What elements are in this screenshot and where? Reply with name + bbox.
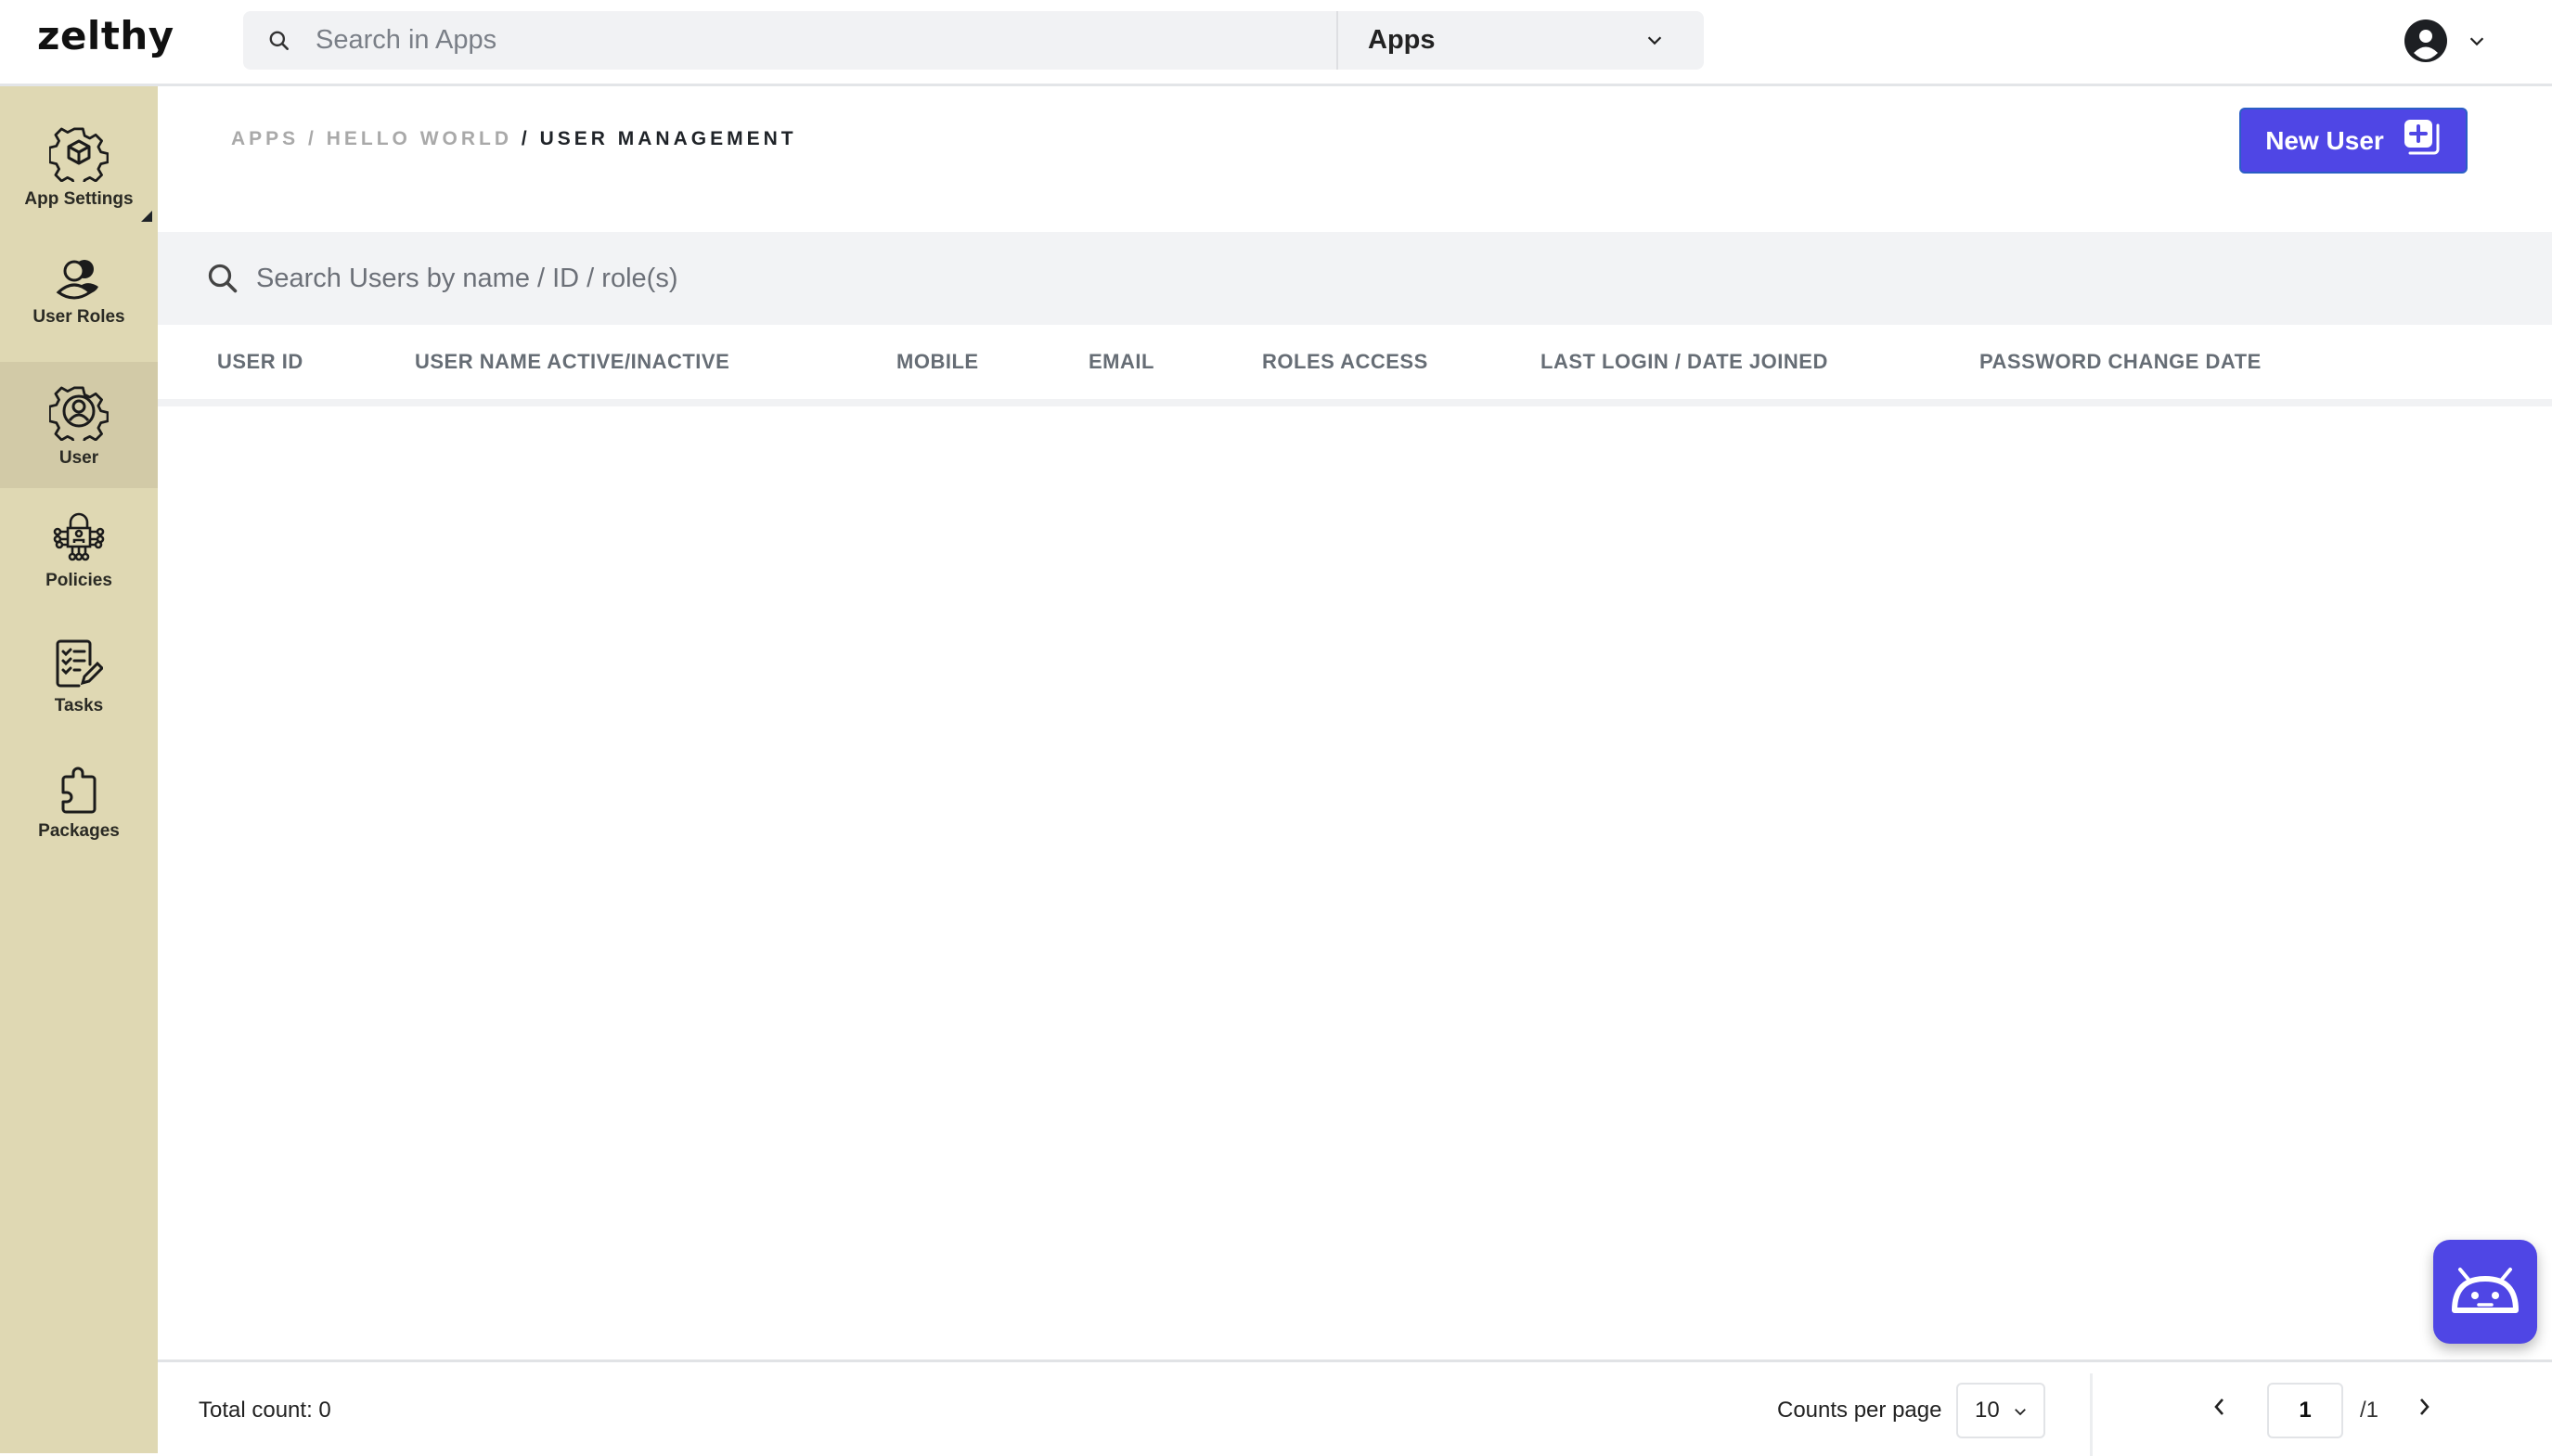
assistant-bot-button[interactable] (2433, 1240, 2537, 1344)
search-icon (267, 29, 304, 53)
breadcrumb-item-current: USER MANAGEMENT (539, 128, 797, 149)
chevron-down-icon (2467, 31, 2487, 56)
logo[interactable]: zelthy (37, 13, 174, 58)
gear-user-icon (49, 381, 109, 441)
top-bar: zelthy Apps (0, 0, 2552, 86)
sidebar-item-tasks[interactable]: Tasks (0, 614, 158, 741)
sidebar-item-policies[interactable]: Policies (0, 488, 158, 614)
chevron-down-icon (2012, 1403, 2029, 1424)
column-header-last-login[interactable]: LAST LOGIN / DATE JOINED (1540, 350, 1828, 374)
sidebar-item-user-roles[interactable]: User Roles (0, 229, 158, 355)
app-search-input[interactable] (316, 25, 1336, 56)
counts-per-page-label: Counts per page (1777, 1398, 1942, 1423)
user-search-bar (158, 232, 2552, 325)
apps-dropdown-value: Apps (1368, 25, 1436, 55)
users-table-header: USER ID USER NAME ACTIVE/INACTIVE MOBILE… (158, 325, 2552, 399)
sidebar-item-label: User (58, 448, 99, 468)
column-header-user-name[interactable]: USER NAME ACTIVE/INACTIVE (415, 350, 729, 374)
user-search-input[interactable] (256, 263, 1648, 294)
total-pages: /1 (2360, 1398, 2379, 1423)
sidebar-item-label: Packages (38, 821, 120, 841)
user-circle-icon (2404, 19, 2448, 68)
users-table-body (158, 406, 2552, 1360)
column-header-mobile[interactable]: MOBILE (896, 350, 979, 374)
android-bot-icon (2447, 1260, 2523, 1324)
apps-dropdown[interactable]: Apps (1336, 11, 1704, 70)
puzzle-icon (58, 766, 99, 814)
sidebar-item-label: Tasks (54, 696, 104, 715)
search-icon (206, 262, 239, 295)
sidebar-item-label: Policies (45, 571, 112, 590)
total-count: Total count: 0 (199, 1398, 331, 1423)
next-page-button[interactable] (2415, 1390, 2435, 1428)
checklist-pencil-icon (55, 638, 103, 689)
breadcrumb-separator: / (308, 128, 317, 149)
flyout-caret-icon (141, 211, 152, 222)
breadcrumb: APPS / HELLO WORLD / USER MANAGEMENT (231, 128, 797, 150)
app-search-bar: Apps (243, 11, 1704, 70)
previous-page-button[interactable] (2209, 1390, 2229, 1428)
sidebar-item-user[interactable]: User (0, 362, 158, 488)
column-header-roles-access[interactable]: ROLES ACCESS (1262, 350, 1428, 374)
new-user-button-label: New User (2265, 125, 2384, 155)
users-icon (56, 257, 102, 300)
column-header-password-change-date[interactable]: PASSWORD CHANGE DATE (1979, 350, 2262, 374)
profile-menu[interactable] (2404, 19, 2487, 68)
sidebar-item-label: User Roles (32, 307, 125, 327)
sidebar-item-app-settings[interactable]: App Settings (0, 103, 158, 229)
new-user-button[interactable]: New User (2239, 108, 2468, 174)
chevron-down-icon (1644, 30, 1665, 55)
breadcrumb-separator: / (521, 128, 531, 149)
counts-per-page-value: 10 (1975, 1398, 2000, 1423)
pagination-footer: Total count: 0 Counts per page 10 /1 (158, 1359, 2552, 1456)
gear-cube-icon (49, 122, 109, 182)
current-page-input[interactable] (2267, 1383, 2343, 1438)
column-header-user-id[interactable]: USER ID (217, 350, 303, 374)
table-header-divider (158, 399, 2552, 406)
column-header-email[interactable]: EMAIL (1089, 350, 1154, 374)
sidebar-item-label: App Settings (24, 189, 134, 209)
lock-circuit-icon (50, 511, 108, 563)
breadcrumb-item-apps[interactable]: APPS (231, 128, 299, 149)
breadcrumb-item-hello-world[interactable]: HELLO WORLD (327, 128, 512, 149)
counts-per-page-select[interactable]: 10 (1956, 1383, 2045, 1438)
sidebar-item-packages[interactable]: Packages (0, 741, 158, 867)
add-square-icon (2403, 118, 2442, 163)
footer-divider (2090, 1373, 2093, 1456)
sidebar: App Settings User Roles User Policies Ta… (0, 86, 158, 1453)
